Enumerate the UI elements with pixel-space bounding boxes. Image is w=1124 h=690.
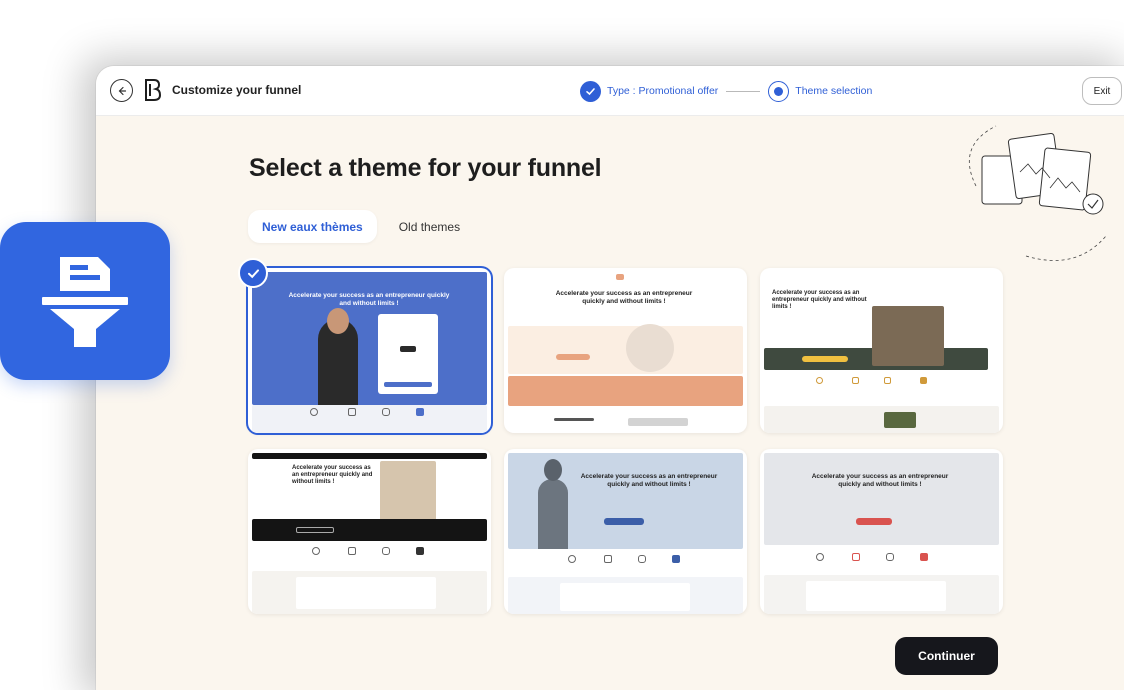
tab-old-themes[interactable]: Old themes [385,210,474,243]
step-label-type: Type : Promotional offer [607,85,719,97]
back-arrow-icon [118,86,126,95]
exit-button[interactable]: Exit [1082,77,1122,105]
theme-preview-title: Accelerate your success as an entreprene… [292,465,373,485]
check-icon [586,87,595,95]
theme-preview-title: Accelerate your success as an entreprene… [555,290,693,305]
back-button[interactable] [110,79,133,102]
step-connector [726,90,761,92]
logo-icon [145,79,162,101]
theme-card[interactable]: Accelerate your success as an entreprene… [760,268,1003,433]
theme-preview-title: Accelerate your success as an entreprene… [580,473,718,488]
selected-check-badge [238,258,268,288]
page-title: Customize your funnel [172,83,302,97]
theme-card[interactable]: Accelerate your success as an entreprene… [248,449,491,614]
templates-illustration [968,125,1107,261]
page-heading: Select a theme for your funnel [249,154,602,182]
check-icon [247,268,259,278]
app-window: Customize your funnel Type : Promotional… [96,66,1124,690]
theme-card[interactable]: Accelerate your success as an entreprene… [504,449,747,614]
continue-button[interactable]: Continuer [895,637,998,675]
app-icon [0,222,170,380]
step-label-theme: Theme selection [795,85,873,97]
top-bar: Customize your funnel Type : Promotional… [96,66,1124,116]
theme-card[interactable]: Accelerate your success as an entreprene… [504,268,747,433]
stepper: Type : Promotional offer Theme selection [580,79,872,103]
funnel-document-icon [42,257,128,347]
theme-preview-title: Accelerate your success as an entreprene… [288,292,450,307]
theme-preview-title: Accelerate your success as an entreprene… [772,290,867,310]
theme-card[interactable]: Accelerate your success as an entreprene… [760,449,1003,614]
step-done-indicator [580,80,601,102]
theme-preview-title: Accelerate your success as an entreprene… [811,473,949,488]
theme-tabs: New eaux thèmes Old themes [248,210,474,243]
step-current-indicator [768,80,790,102]
theme-card[interactable]: Accelerate your success as an entreprene… [248,268,491,433]
tab-new-themes[interactable]: New eaux thèmes [248,210,377,243]
